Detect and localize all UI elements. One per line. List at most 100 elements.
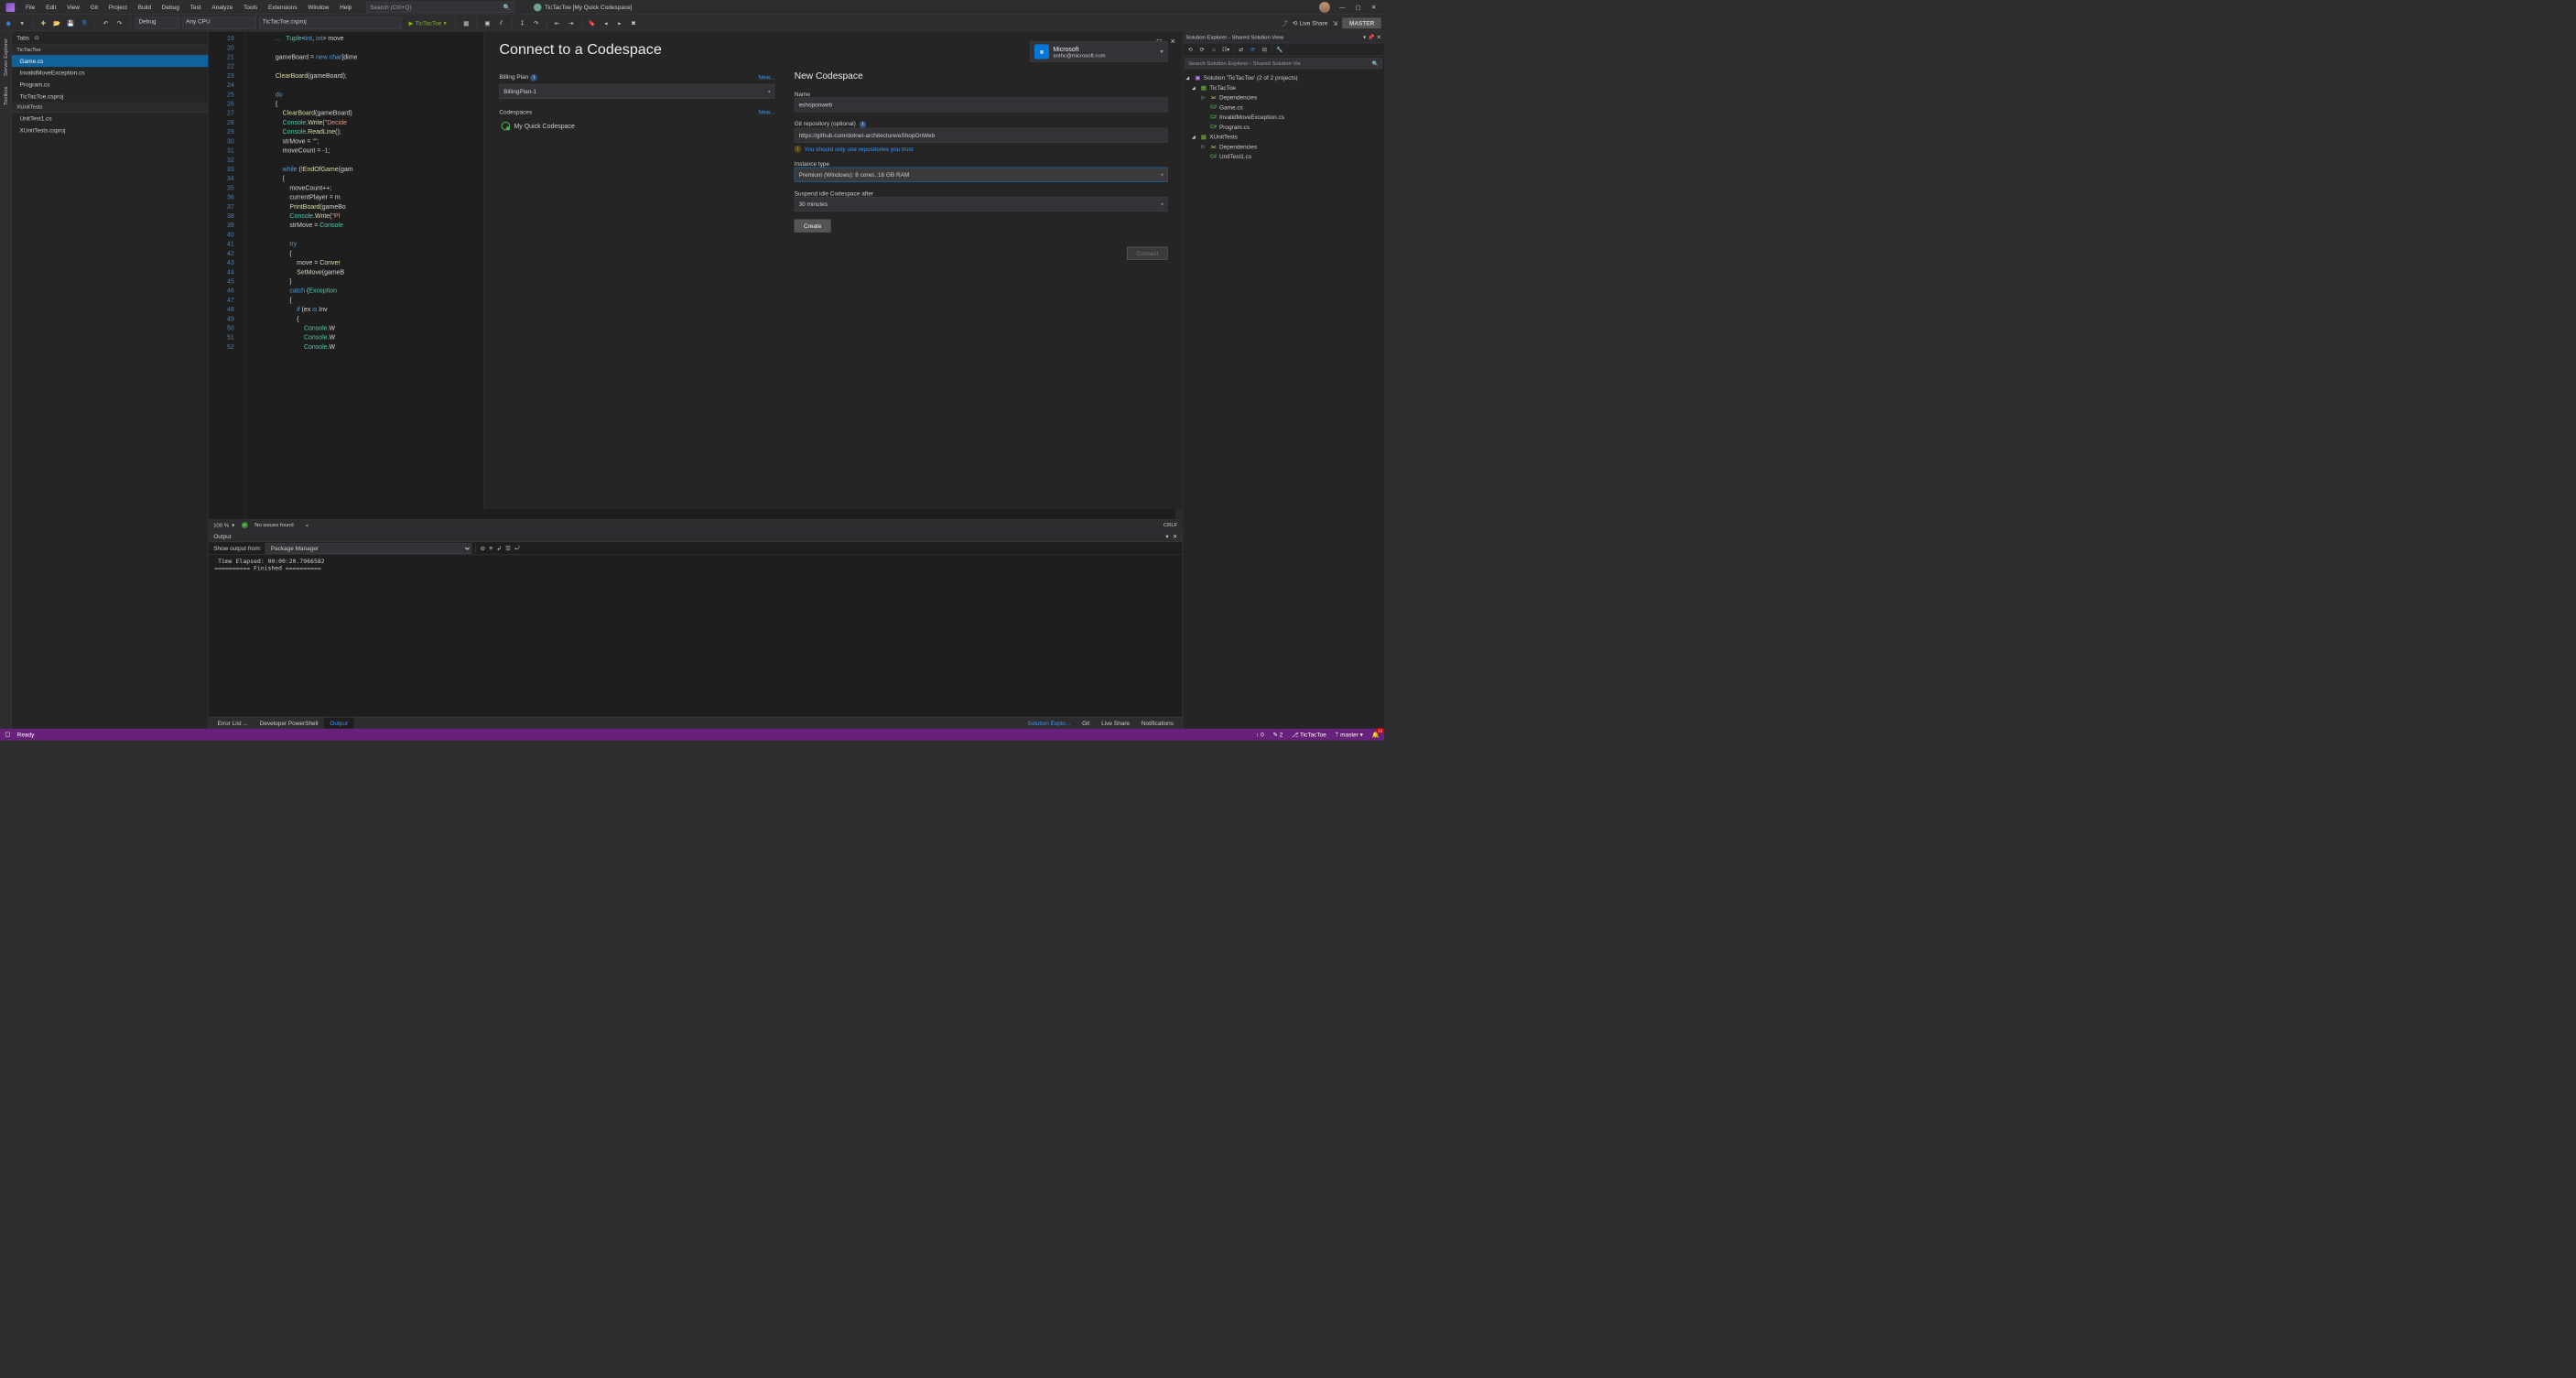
liveshare-button[interactable]: ⟲ Live Share xyxy=(1293,19,1327,27)
tab-invalidmove-cs[interactable]: InvalidMoveException.cs xyxy=(12,67,208,79)
output-pin-icon[interactable]: ▾ xyxy=(1165,533,1168,540)
menu-debug[interactable]: Debug xyxy=(157,2,185,13)
info-icon[interactable]: i xyxy=(860,121,867,128)
solexp-pin-icon[interactable]: 📌 xyxy=(1368,34,1374,40)
output-close-icon[interactable]: ✕ xyxy=(1173,533,1177,540)
step-over-icon[interactable]: ↷ xyxy=(531,17,542,28)
tool-icon-3[interactable]: ⫽ xyxy=(496,17,507,28)
tab-program-cs[interactable]: Program.cs xyxy=(12,79,208,91)
solexp-fwd-icon[interactable]: ⟳ xyxy=(1197,45,1207,54)
solexp-close-icon[interactable]: ✕ xyxy=(1377,34,1381,40)
tab-game-cs[interactable]: Game.cs xyxy=(12,55,208,67)
instance-type-dropdown[interactable]: Premium (Windows): 8 cores, 16 GB RAM xyxy=(795,168,1168,182)
status-branch[interactable]: ᛘ master ▾ xyxy=(1335,731,1362,738)
toolbox-tab[interactable]: Toolbox xyxy=(2,82,10,109)
platform-dropdown[interactable]: Any CPU xyxy=(182,17,256,29)
save-all-icon[interactable]: ⎘ xyxy=(80,17,91,28)
window-close-icon[interactable]: ✕ xyxy=(1370,4,1378,11)
solexp-home-icon[interactable]: ⌂ xyxy=(1209,45,1218,54)
gear-icon[interactable]: ⚙ xyxy=(34,35,39,42)
bookmark-clear-icon[interactable]: ✖ xyxy=(628,17,639,28)
output-list-icon[interactable]: ☰ xyxy=(505,545,511,552)
open-folder-icon[interactable]: 📂 xyxy=(51,17,62,28)
solexp-refresh-icon[interactable]: ⟳ xyxy=(1249,45,1258,54)
output-cog-icon[interactable]: ⤾ xyxy=(514,545,519,552)
forward-nav-icon[interactable]: ▾ xyxy=(16,17,27,28)
solution-tree[interactable]: ◢▣Solution 'TicTacToe' (2 of 2 projects)… xyxy=(1183,71,1384,728)
back-nav-icon[interactable]: ◉ xyxy=(3,17,14,28)
new-item-icon[interactable]: ✚ xyxy=(38,17,49,28)
create-button[interactable]: Create xyxy=(795,220,831,233)
line-ending-indicator[interactable]: CRLF xyxy=(1164,522,1177,527)
zoom-dropdown[interactable]: 100 % ▾ xyxy=(213,522,234,528)
menu-window[interactable]: Window xyxy=(303,2,334,13)
menu-help[interactable]: Help xyxy=(335,2,357,13)
tab-csproj[interactable]: TicTacToe.csproj xyxy=(12,91,208,103)
solexp-sync-icon[interactable]: ⇄ xyxy=(1237,45,1246,54)
window-minimize-icon[interactable]: — xyxy=(1339,4,1347,11)
billing-plan-dropdown[interactable]: BillingPlan-1 xyxy=(499,84,774,99)
solexp-collapse-icon[interactable]: ⊟ xyxy=(1261,45,1270,54)
notifications-bell-icon[interactable]: 🔔12 xyxy=(1372,731,1380,738)
menu-project[interactable]: Project xyxy=(103,2,132,13)
menu-analyze[interactable]: Analyze xyxy=(207,2,238,13)
menu-view[interactable]: View xyxy=(62,2,85,13)
window-maximize-icon[interactable]: ▢ xyxy=(1355,4,1362,11)
tab-unittest1-cs[interactable]: UnitTest1.cs xyxy=(12,113,208,125)
solexp-search[interactable]: Search Solution Explorer - Shared Soluti… xyxy=(1185,58,1381,69)
config-dropdown[interactable]: Debug xyxy=(135,17,179,29)
indent-right-icon[interactable]: ⇥ xyxy=(566,17,577,28)
bottom-tab-notifications[interactable]: Notifications xyxy=(1135,718,1179,729)
menu-test[interactable]: Test xyxy=(185,2,206,13)
status-changes[interactable]: ✎ 2 xyxy=(1272,731,1283,738)
bottom-tab-errorlist[interactable]: Error List ... xyxy=(211,718,254,729)
menu-tools[interactable]: Tools xyxy=(239,2,263,13)
bottom-tab-solutionexplorer[interactable]: Solution Explo... xyxy=(1022,718,1076,729)
server-explorer-tab[interactable]: Server Explorer xyxy=(2,35,10,81)
solexp-view-icon[interactable]: ☷▾ xyxy=(1221,45,1230,54)
tool-icon-1[interactable]: ▦ xyxy=(460,17,471,28)
menu-git[interactable]: Git xyxy=(85,2,103,13)
user-avatar[interactable] xyxy=(1319,2,1330,13)
status-repo[interactable]: ⎇ TicTacToe xyxy=(1292,731,1326,738)
name-input[interactable]: eshoponweb xyxy=(795,97,1168,112)
redo-icon[interactable]: ↷ xyxy=(114,17,125,28)
run-button[interactable]: ▶ TicTacToe ▾ xyxy=(405,19,450,27)
output-source-dropdown[interactable]: Package Manager xyxy=(265,543,472,554)
bottom-tab-liveshare[interactable]: Live Share xyxy=(1096,718,1136,729)
bottom-tab-devps[interactable]: Developer PowerShell xyxy=(254,718,324,729)
status-push[interactable]: ↑ 0 xyxy=(1256,731,1264,738)
bookmark-icon[interactable]: 🔖 xyxy=(587,17,598,28)
bookmark-prev-icon[interactable]: ◂ xyxy=(601,17,612,28)
step-into-icon[interactable]: ↧ xyxy=(517,17,528,28)
suspend-dropdown[interactable]: 30 minutes xyxy=(795,197,1168,212)
tool-icon-2[interactable]: ▣ xyxy=(482,17,492,28)
save-icon[interactable]: 💾 xyxy=(65,17,76,28)
codespace-list-item[interactable]: My Quick Codespace xyxy=(499,118,774,133)
connect-button[interactable]: Connect xyxy=(1127,247,1167,260)
menu-extensions[interactable]: Extensions xyxy=(264,2,302,13)
dialog-close-icon[interactable]: ✕ xyxy=(1170,38,1175,46)
indent-left-icon[interactable]: ⇤ xyxy=(552,17,563,28)
solexp-wrench-icon[interactable]: 🔧 xyxy=(1275,45,1284,54)
solexp-back-icon[interactable]: ⟲ xyxy=(1185,45,1195,54)
git-repo-input[interactable]: https://github.com/dotnet-architecture/e… xyxy=(795,128,1168,143)
global-search[interactable]: Search (Ctrl+Q) 🔍 xyxy=(367,2,514,13)
menu-file[interactable]: File xyxy=(21,2,40,13)
startup-project-dropdown[interactable]: TicTacToe.csproj xyxy=(259,17,402,29)
account-picker[interactable]: ⧆ Microsoft anthc@microsoft.com ▾ xyxy=(1030,41,1167,62)
menu-build[interactable]: Build xyxy=(133,2,156,13)
billing-new-link[interactable]: New... xyxy=(758,73,774,81)
output-wrap-icon[interactable]: ↲ xyxy=(496,545,501,552)
output-clear-icon[interactable]: ⊘ xyxy=(481,545,485,552)
tab-xunit-csproj[interactable]: XUnitTests.csproj xyxy=(12,125,208,136)
code-fold-margin[interactable] xyxy=(238,31,246,519)
toolbar-chevron-icon[interactable]: ⤴ xyxy=(1282,18,1287,27)
branch-master-button[interactable]: MASTER xyxy=(1342,17,1380,28)
codespaces-new-link[interactable]: New... xyxy=(758,109,774,116)
liveshare-people-icon[interactable]: ⇲ xyxy=(1333,19,1337,27)
output-toggle-icon[interactable]: ≡ xyxy=(489,545,492,552)
bottom-tab-output[interactable]: Output xyxy=(324,718,353,729)
code-editor[interactable]: 1920212223242526272829303132333435363738… xyxy=(209,31,1183,529)
info-icon[interactable]: i xyxy=(530,74,537,81)
